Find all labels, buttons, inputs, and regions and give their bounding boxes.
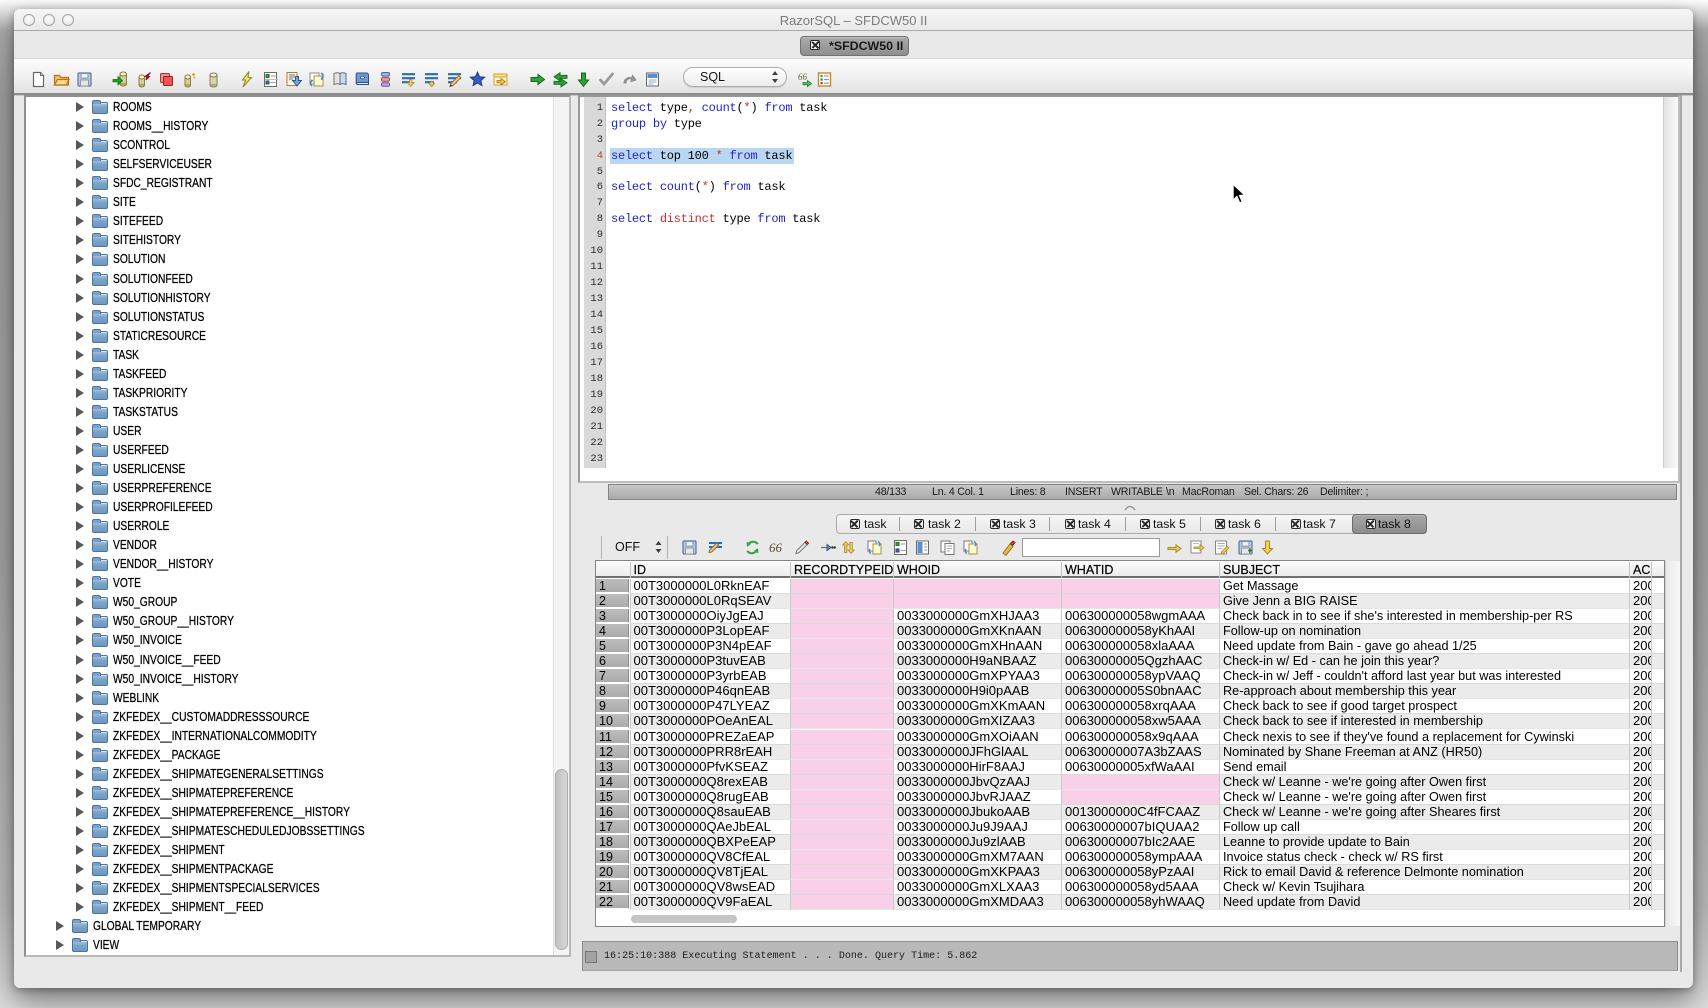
- svg-text:66: 66: [798, 72, 808, 82]
- svg-text:66: 66: [769, 540, 783, 555]
